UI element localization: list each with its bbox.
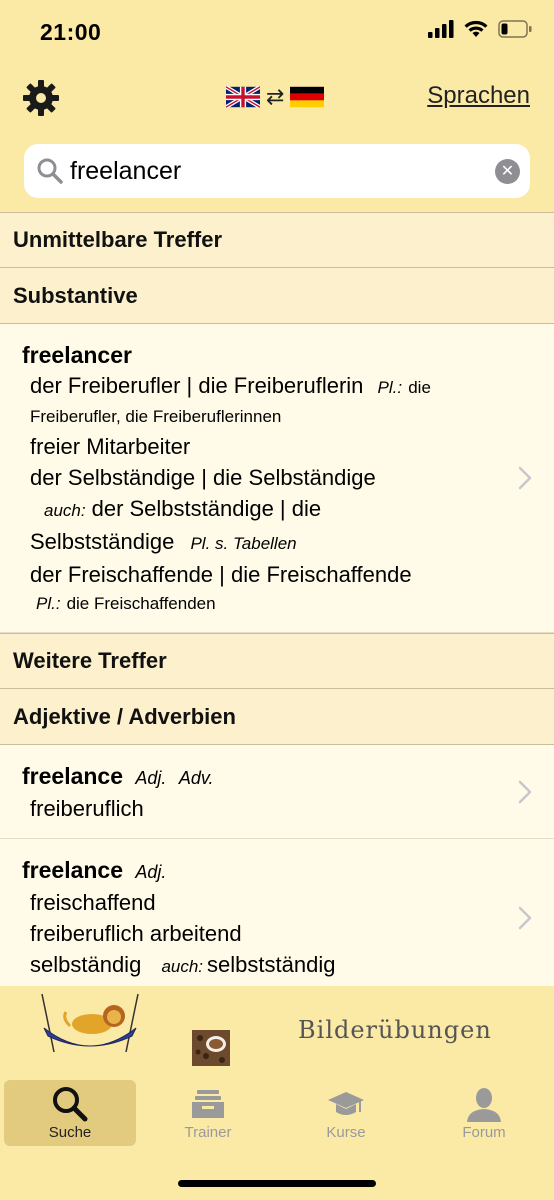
translation-line: freischaffend: [30, 890, 156, 915]
part-of-speech: Adv.: [178, 768, 214, 788]
gear-icon[interactable]: [22, 79, 60, 117]
plural-text: die: [408, 378, 431, 397]
result-entry-freelance-adj[interactable]: freelance Adj. freischaffend freiberufli…: [0, 839, 554, 986]
translation-line: freiberuflich arbeitend: [30, 921, 242, 946]
germany-flag-icon: [290, 86, 325, 108]
tab-label: Kurse: [326, 1124, 366, 1141]
part-of-speech: Adj.: [135, 862, 167, 882]
result-entry-freelancer[interactable]: freelancer der Freiberufler | die Freibe…: [0, 324, 554, 633]
language-switch[interactable]: ⇄: [226, 84, 325, 109]
entry-headword: freelance Adj.: [22, 855, 514, 887]
plural-label: Pl.:: [36, 594, 61, 613]
banner-text: Bilderübungen: [298, 1016, 492, 1044]
section-header-direct-hits: Unmittelbare Treffer: [0, 212, 554, 268]
tab-suche[interactable]: Suche: [4, 1080, 136, 1146]
headword-text: freelance: [22, 857, 124, 883]
home-indicator[interactable]: [178, 1180, 376, 1187]
result-entry-freelance-adj-adv[interactable]: freelance Adj. Adv. freiberuflich: [0, 745, 554, 839]
auch-label: auch:: [44, 501, 86, 520]
swap-arrows-icon: ⇄: [266, 84, 285, 109]
graduation-cap-icon: [328, 1092, 364, 1115]
plural-line: Pl.: die Freischaffenden: [22, 590, 514, 618]
chevron-right-icon: [518, 906, 532, 929]
translation-text: selbstständig: [207, 952, 336, 977]
translation-line: freiberuflich: [30, 796, 144, 821]
headword-text: freelance: [22, 763, 124, 789]
plural-label: Pl.:: [377, 378, 403, 397]
translation-text: der Freiberufler | die Freiberuflerin: [30, 373, 364, 398]
tab-label: Trainer: [184, 1124, 232, 1141]
status-bar: 21:00: [0, 0, 554, 66]
status-time: 21:00: [40, 19, 102, 45]
translation-line: der Freiberufler | die Freiberuflerin Pl…: [22, 370, 514, 403]
chevron-right-icon: [518, 780, 532, 803]
promo-banner[interactable]: Bilderübungen: [0, 986, 554, 1070]
status-icons: [428, 20, 532, 38]
entry-headword: freelance Adj. Adv.: [22, 761, 514, 793]
chevron-right-icon: [518, 466, 532, 490]
nav-bar: ⇄ Sprachen: [0, 66, 554, 132]
clear-search-icon[interactable]: ✕: [495, 159, 520, 184]
translation-line: auch: der Selbstständige | die: [22, 493, 514, 526]
translation-text: selbständig: [30, 952, 142, 977]
translation-text: der Selbstständige | die: [91, 496, 322, 521]
plural-line: Freiberufler, die Freiberuflerinnen: [30, 407, 282, 426]
translation-line: freier Mitarbeiter: [30, 434, 191, 459]
search-icon: [53, 1087, 88, 1122]
auch-label: auch:: [161, 957, 204, 976]
search-input[interactable]: [70, 153, 490, 189]
languages-link[interactable]: Sprachen: [427, 82, 530, 110]
card-box-icon: [192, 1090, 224, 1118]
tab-forum[interactable]: Forum: [418, 1080, 550, 1146]
battery-icon: [498, 20, 532, 38]
wifi-icon: [464, 20, 488, 37]
tab-kurse[interactable]: Kurse: [280, 1080, 412, 1146]
translation-line: der Freischaffende | die Freischaffende: [30, 562, 412, 587]
lion-hammock-illustration: [41, 993, 139, 1053]
cellular-signal-icon: [428, 20, 454, 38]
part-of-speech: Adj.: [135, 768, 167, 788]
tab-label: Forum: [462, 1124, 506, 1141]
plural-text: die Freischaffenden: [66, 594, 216, 613]
person-icon: [467, 1088, 501, 1122]
section-header-adjectives: Adjektive / Adverbien: [0, 689, 554, 745]
search-bar: ✕: [24, 144, 530, 198]
entry-headword: freelancer: [22, 342, 132, 368]
translation-line: Selbstständige Pl. s. Tabellen: [22, 526, 514, 559]
plural-label: Pl. s. Tabellen: [190, 534, 297, 553]
translation-line: selbständig auch: selbstständig: [22, 949, 514, 982]
section-header-more-hits: Weitere Treffer: [0, 633, 554, 689]
uk-flag-icon: [226, 86, 260, 108]
tab-trainer[interactable]: Trainer: [142, 1080, 274, 1146]
search-icon: [37, 158, 63, 184]
results-list[interactable]: Unmittelbare Treffer Substantive freelan…: [0, 212, 554, 986]
section-header-nouns: Substantive: [0, 268, 554, 324]
tab-label: Suche: [48, 1124, 92, 1141]
coffee-thumbnail: [192, 1030, 230, 1066]
translation-line: der Selbständige | die Selbständige: [30, 465, 376, 490]
translation-text: Selbstständige: [30, 529, 175, 554]
